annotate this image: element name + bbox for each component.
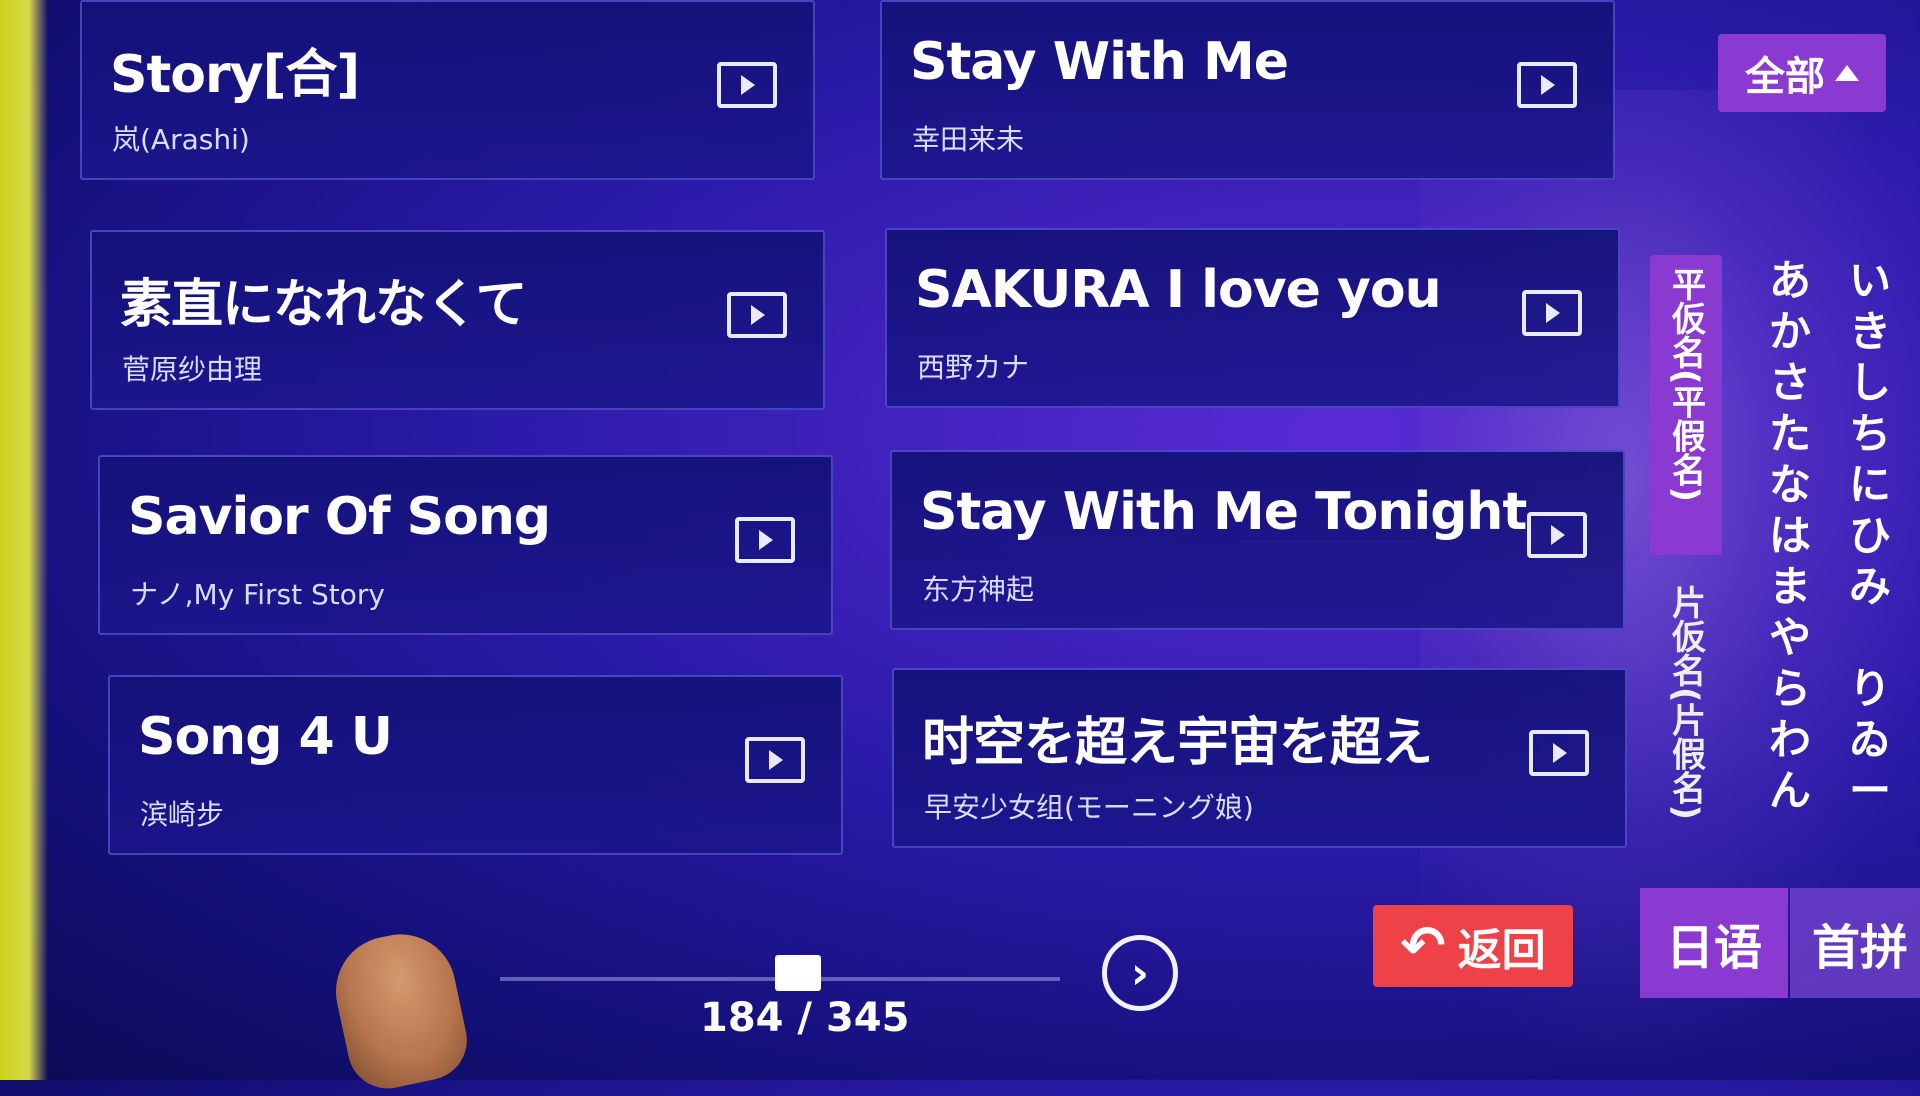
kana-key[interactable]: に	[1840, 459, 1900, 510]
play-icon[interactable]	[735, 517, 795, 563]
screen-bezel-edge	[0, 0, 48, 1080]
kana-key[interactable]: ん	[1760, 765, 1820, 816]
song-artist: 早安少女组(モーニング娘)	[924, 791, 1254, 824]
song-card[interactable]: Savior Of Song ナノ,My First Story	[98, 455, 833, 635]
kana-key[interactable]: し	[1840, 357, 1900, 408]
song-artist: 岚(Arashi)	[112, 123, 250, 156]
song-grid: Story[合] 岚(Arashi) Stay With Me 幸田来未 素直に…	[80, 0, 1627, 870]
song-title: SAKURA I love you	[915, 260, 1442, 320]
song-artist: 幸田来未	[912, 123, 1025, 156]
song-title: Story[合]	[110, 45, 360, 105]
song-title: Savior Of Song	[128, 487, 551, 547]
song-artist: 菅原纱由理	[122, 353, 263, 386]
song-title: 时空を超え宇宙を超え	[922, 713, 1433, 773]
pagination: ‹ 184 / 345 ›	[360, 925, 1200, 1065]
play-icon[interactable]	[745, 737, 805, 783]
kana-key[interactable]: み	[1840, 561, 1900, 612]
song-card[interactable]: 素直になれなくて 菅原纱由理	[90, 230, 825, 410]
kana-column: あ か さ た な は ま や ら わ ん	[1760, 255, 1820, 816]
play-icon[interactable]	[1527, 512, 1587, 558]
kana-key[interactable]: き	[1840, 306, 1900, 357]
song-card[interactable]: Song 4 U 滨崎步	[108, 675, 843, 855]
filter-all-button[interactable]: 全部	[1718, 34, 1886, 112]
play-icon[interactable]	[1517, 62, 1577, 108]
chevron-right-icon: ›	[1130, 947, 1150, 999]
kana-key[interactable]: は	[1760, 510, 1820, 561]
pinyin-tab[interactable]: 首拼	[1790, 888, 1920, 998]
play-icon[interactable]	[1529, 730, 1589, 776]
kana-key[interactable]: わ	[1760, 714, 1820, 765]
next-page-button[interactable]: ›	[1102, 935, 1178, 1011]
song-card[interactable]: Story[合] 岚(Arashi)	[80, 0, 815, 180]
song-card[interactable]: 时空を超え宇宙を超え 早安少女组(モーニング娘)	[892, 668, 1627, 848]
kana-key[interactable]: か	[1760, 306, 1820, 357]
back-button[interactable]: ↶ 返回	[1373, 905, 1573, 987]
kana-key[interactable]: や	[1760, 612, 1820, 663]
page-slider-thumb[interactable]	[775, 955, 822, 991]
song-title: 素直になれなくて	[120, 275, 527, 335]
song-artist: ナノ,My First Story	[130, 578, 385, 611]
play-icon[interactable]	[1522, 290, 1582, 336]
kana-key[interactable]: ひ	[1840, 510, 1900, 561]
kana-key[interactable]: な	[1760, 459, 1820, 510]
song-card[interactable]: SAKURA I love you 西野カナ	[885, 228, 1620, 408]
song-card[interactable]: Stay With Me 幸田来未	[880, 0, 1615, 180]
kana-key[interactable]: た	[1760, 408, 1820, 459]
kana-index-panel: 平仮名(平假名) 片仮名(片假名) あ か さ た な は ま や ら わ ん …	[1650, 255, 1920, 895]
filter-all-label: 全部	[1745, 54, 1825, 100]
kana-key[interactable]: あ	[1760, 255, 1820, 306]
song-title: Song 4 U	[138, 707, 393, 767]
kana-key[interactable]: ー	[1840, 765, 1900, 816]
tab-katakana[interactable]: 片仮名(片假名)	[1650, 575, 1722, 875]
song-title: Stay With Me Tonight	[920, 482, 1527, 542]
kana-key[interactable]: ち	[1840, 408, 1900, 459]
kana-key[interactable]: ら	[1760, 663, 1820, 714]
play-icon[interactable]	[717, 62, 777, 108]
page-indicator: 184 / 345	[700, 995, 910, 1041]
song-artist: 滨崎步	[140, 798, 225, 831]
caret-up-icon	[1835, 65, 1859, 81]
japanese-tab[interactable]: 日语	[1640, 888, 1788, 998]
back-label: 返回	[1457, 925, 1546, 976]
tab-hiragana[interactable]: 平仮名(平假名)	[1650, 255, 1722, 555]
back-arrow-icon: ↶	[1400, 914, 1446, 977]
kana-key[interactable]	[1840, 612, 1900, 663]
play-icon[interactable]	[727, 292, 787, 338]
kana-key[interactable]: い	[1840, 255, 1900, 306]
kana-key[interactable]: り	[1840, 663, 1900, 714]
song-artist: 西野カナ	[917, 351, 1030, 384]
kana-key[interactable]: ま	[1760, 561, 1820, 612]
song-artist: 东方神起	[922, 573, 1035, 606]
kana-key[interactable]: さ	[1760, 357, 1820, 408]
song-card[interactable]: Stay With Me Tonight 东方神起	[890, 450, 1625, 630]
kana-column: い き し ち に ひ み り ゐ ー	[1840, 255, 1900, 816]
kana-key[interactable]: ゐ	[1840, 714, 1900, 765]
song-title: Stay With Me	[910, 32, 1289, 92]
